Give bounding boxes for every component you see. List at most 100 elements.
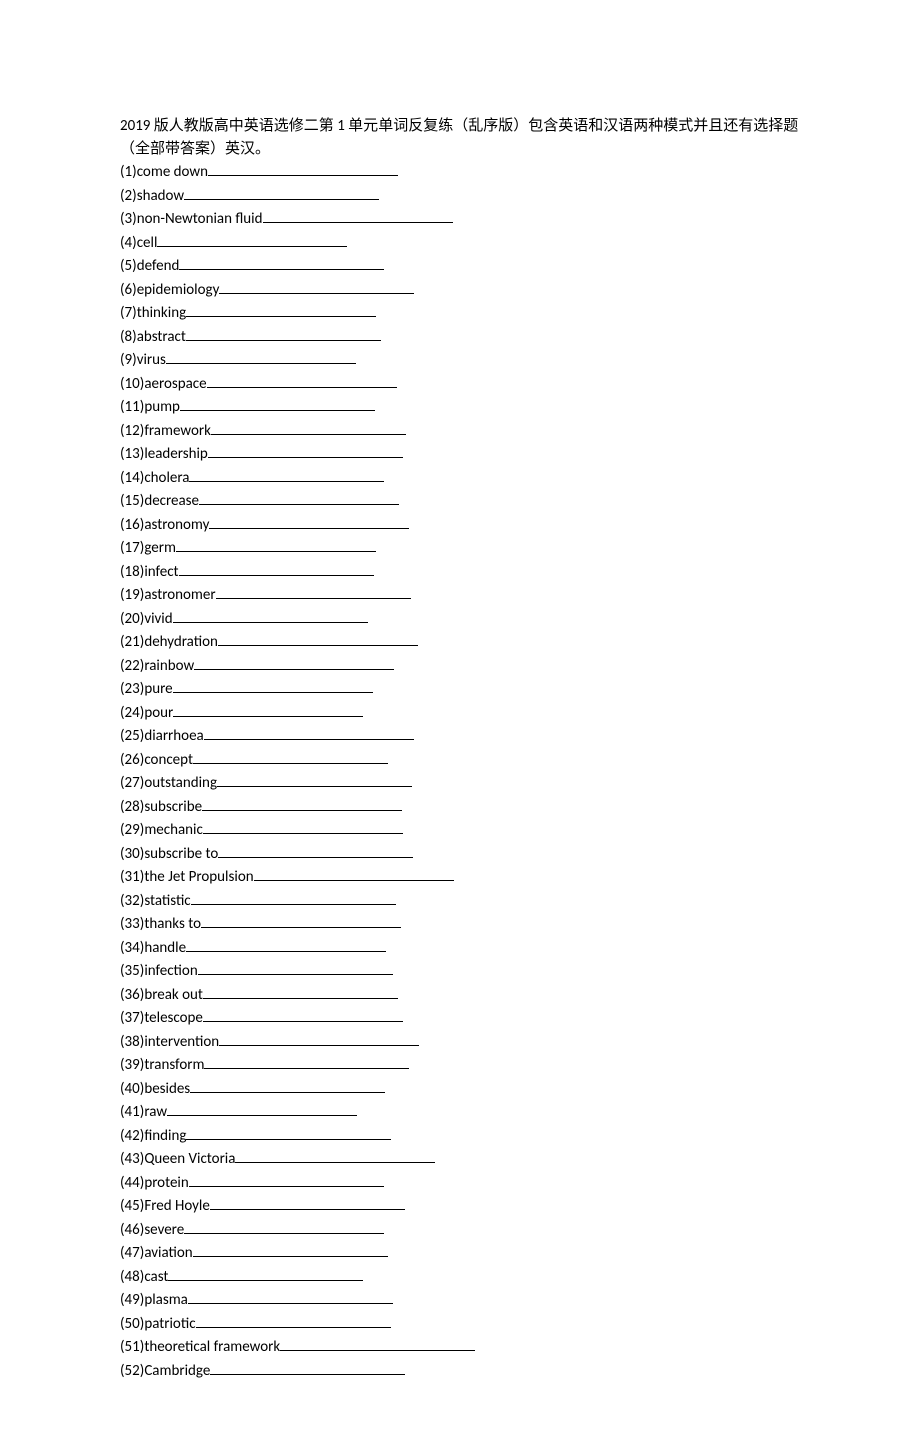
answer-blank[interactable] [210, 1359, 405, 1375]
answer-blank[interactable] [186, 301, 376, 317]
answer-blank[interactable] [196, 1312, 391, 1328]
item-word: infect [144, 563, 178, 581]
item-number: (43) [120, 1150, 144, 1168]
answer-blank[interactable] [191, 889, 396, 905]
item-word: vivid [144, 610, 172, 628]
answer-blank[interactable] [218, 842, 413, 858]
answer-blank[interactable] [207, 372, 397, 388]
vocabulary-item: (48)cast [120, 1265, 800, 1289]
answer-blank[interactable] [204, 724, 414, 740]
answer-blank[interactable] [217, 771, 412, 787]
item-word: leadership [144, 445, 207, 463]
answer-blank[interactable] [203, 818, 403, 834]
item-number: (37) [120, 1009, 144, 1027]
answer-blank[interactable] [211, 419, 406, 435]
item-word: come down [137, 163, 208, 181]
vocabulary-item: (21)dehydration [120, 630, 800, 654]
answer-blank[interactable] [173, 701, 363, 717]
answer-blank[interactable] [167, 1100, 357, 1116]
item-number: (27) [120, 774, 144, 792]
item-word: Fred Hoyle [144, 1197, 210, 1215]
item-number: (7) [120, 304, 137, 322]
answer-blank[interactable] [219, 1030, 419, 1046]
item-word: aviation [144, 1244, 192, 1262]
answer-blank[interactable] [186, 1124, 391, 1140]
vocabulary-item: (7)thinking [120, 301, 800, 325]
item-word: protein [144, 1174, 188, 1192]
item-number: (39) [120, 1056, 144, 1074]
answer-blank[interactable] [180, 395, 375, 411]
item-number: (6) [120, 281, 137, 299]
answer-blank[interactable] [219, 278, 414, 294]
item-word: aerospace [144, 375, 206, 393]
item-word: severe [144, 1221, 184, 1239]
answer-blank[interactable] [203, 1006, 403, 1022]
answer-blank[interactable] [204, 1053, 409, 1069]
answer-blank[interactable] [218, 630, 418, 646]
answer-blank[interactable] [179, 254, 384, 270]
worksheet-title: 2019 版人教版高中英语选修二第 1 单元单词反复练（乱序版）包含英语和汉语两… [120, 115, 800, 160]
vocabulary-item: (41)raw [120, 1100, 800, 1124]
answer-blank[interactable] [254, 865, 454, 881]
vocabulary-item: (33)thanks to [120, 912, 800, 936]
vocabulary-item: (46)severe [120, 1218, 800, 1242]
answer-blank[interactable] [186, 325, 381, 341]
item-word: astronomy [144, 516, 209, 534]
item-word: dehydration [144, 633, 218, 651]
vocabulary-item: (30)subscribe to [120, 842, 800, 866]
answer-blank[interactable] [176, 536, 376, 552]
item-number: (51) [120, 1338, 144, 1356]
answer-blank[interactable] [179, 560, 374, 576]
answer-blank[interactable] [157, 231, 347, 247]
item-number: (20) [120, 610, 144, 628]
answer-blank[interactable] [189, 1171, 384, 1187]
item-word: Queen Victoria [144, 1150, 235, 1168]
answer-blank[interactable] [184, 1218, 384, 1234]
answer-blank[interactable] [235, 1147, 435, 1163]
item-word: besides [144, 1080, 190, 1098]
answer-blank[interactable] [199, 489, 399, 505]
answer-blank[interactable] [263, 207, 453, 223]
answer-blank[interactable] [173, 607, 368, 623]
item-number: (40) [120, 1080, 144, 1098]
answer-blank[interactable] [208, 442, 403, 458]
answer-blank[interactable] [194, 654, 394, 670]
answer-blank[interactable] [189, 466, 384, 482]
answer-blank[interactable] [168, 1265, 363, 1281]
vocabulary-item: (45)Fred Hoyle [120, 1194, 800, 1218]
vocabulary-item: (20)vivid [120, 607, 800, 631]
answer-blank[interactable] [216, 583, 411, 599]
answer-blank[interactable] [210, 1194, 405, 1210]
vocabulary-item: (13)leadership [120, 442, 800, 466]
answer-blank[interactable] [280, 1335, 475, 1351]
vocabulary-item: (52)Cambridge [120, 1359, 800, 1383]
item-number: (25) [120, 727, 144, 745]
answer-blank[interactable] [202, 795, 402, 811]
answer-blank[interactable] [190, 1077, 385, 1093]
answer-blank[interactable] [201, 912, 401, 928]
answer-blank[interactable] [186, 936, 386, 952]
item-number: (52) [120, 1362, 144, 1380]
item-number: (13) [120, 445, 144, 463]
answer-blank[interactable] [203, 983, 398, 999]
answer-blank[interactable] [198, 959, 393, 975]
answer-blank[interactable] [184, 184, 379, 200]
answer-blank[interactable] [193, 748, 388, 764]
vocabulary-item: (4)cell [120, 231, 800, 255]
item-number: (3) [120, 210, 137, 228]
vocabulary-item: (1)come down [120, 160, 800, 184]
item-word: infection [144, 962, 197, 980]
answer-blank[interactable] [166, 348, 356, 364]
item-number: (21) [120, 633, 144, 651]
answer-blank[interactable] [208, 160, 398, 176]
item-word: rainbow [144, 657, 194, 675]
item-word: concept [144, 751, 193, 769]
answer-blank[interactable] [193, 1241, 388, 1257]
vocabulary-item: (36)break out [120, 983, 800, 1007]
answer-blank[interactable] [209, 513, 409, 529]
vocabulary-item: (14)cholera [120, 466, 800, 490]
item-word: germ [144, 539, 176, 557]
item-number: (17) [120, 539, 144, 557]
vocabulary-item: (34)handle [120, 936, 800, 960]
answer-blank[interactable] [173, 677, 373, 693]
